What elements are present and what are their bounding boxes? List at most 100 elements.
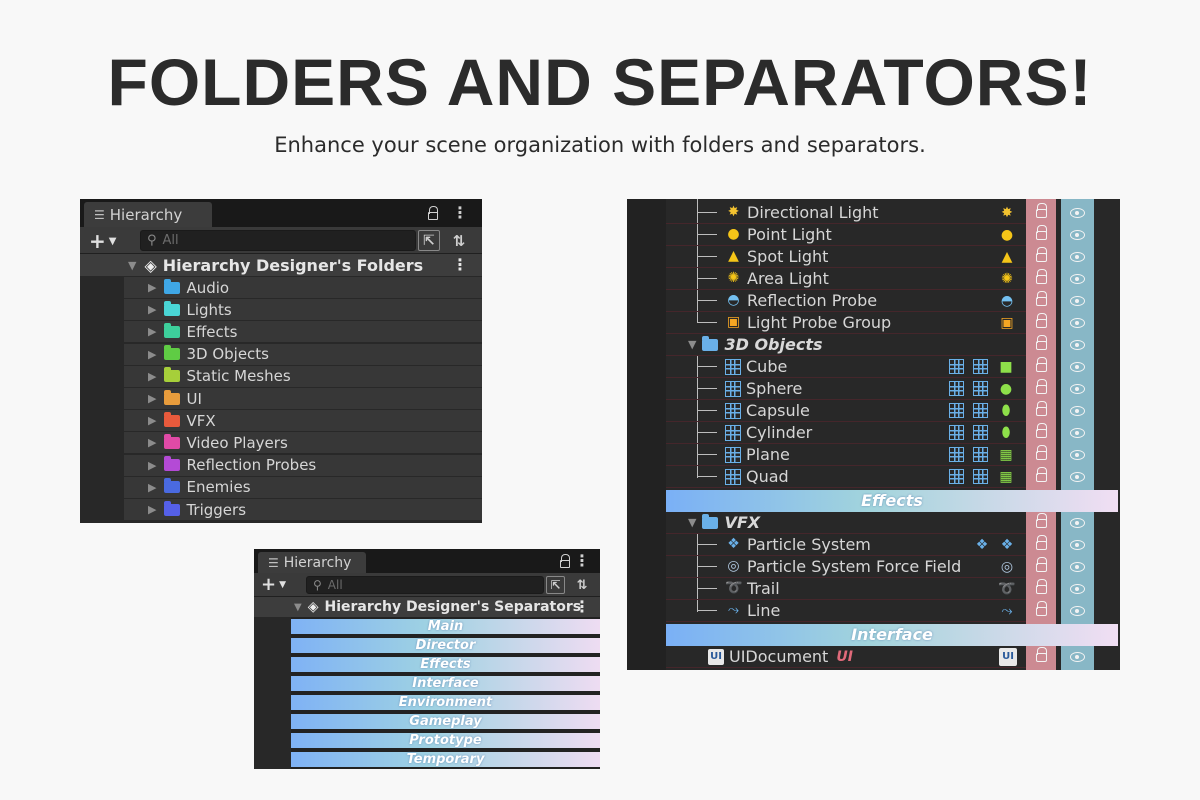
lock-toggle[interactable]	[1026, 646, 1056, 668]
folder-label: Audio	[186, 278, 230, 297]
separator-row[interactable]: Director	[291, 636, 600, 655]
visibility-toggle[interactable]	[1061, 246, 1094, 268]
visibility-toggle[interactable]	[1061, 512, 1094, 534]
hierarchy-row[interactable]: ❖ Particle System	[666, 534, 1026, 556]
folder-row[interactable]: ▶ UI	[124, 388, 482, 409]
scene-more-icon[interactable]: ⋮	[574, 599, 590, 615]
lock-toggle[interactable]	[1026, 378, 1056, 400]
folder-row[interactable]: ▶ Triggers	[124, 499, 482, 520]
scene-more-icon[interactable]: ⋮	[452, 257, 468, 273]
visibility-toggle[interactable]	[1061, 356, 1094, 378]
folder-row[interactable]: ▶ Effects	[124, 321, 482, 343]
sort-icon[interactable]: ⇅	[572, 576, 592, 594]
folder-row[interactable]: ▶ Lights	[124, 299, 482, 321]
visibility-toggle[interactable]	[1061, 334, 1094, 356]
visibility-toggle[interactable]	[1061, 312, 1094, 334]
scene-row[interactable]: ▼ ◈ Hierarchy Designer's Separators ⋮	[254, 597, 600, 617]
hierarchy-tab[interactable]: ☰ Hierarchy	[84, 202, 212, 227]
create-button[interactable]: + ▼	[261, 574, 286, 595]
sort-icon[interactable]: ⇅	[448, 230, 470, 251]
visibility-toggle[interactable]	[1061, 466, 1094, 488]
lock-toggle[interactable]	[1026, 356, 1056, 378]
hierarchy-row[interactable]: Cylinder	[666, 422, 1026, 444]
hierarchy-row[interactable]: ➰ Trail	[666, 578, 1026, 600]
more-options-button[interactable]: ⋮	[574, 549, 590, 573]
more-options-button[interactable]: ⋮	[452, 199, 468, 227]
visibility-toggle[interactable]	[1061, 224, 1094, 246]
hierarchy-row[interactable]: Plane	[666, 444, 1026, 466]
visibility-toggle[interactable]	[1061, 534, 1094, 556]
particle-system-component-icon: ❖	[975, 537, 989, 553]
hierarchy-row[interactable]: Cube	[666, 356, 1026, 378]
create-button[interactable]: + ▼	[89, 229, 116, 253]
lock-toggle[interactable]	[1026, 556, 1056, 578]
visibility-toggle[interactable]	[1061, 600, 1094, 622]
hierarchy-tab[interactable]: ☰ Hierarchy	[258, 552, 366, 573]
hierarchy-row[interactable]: ✺ Area Light	[666, 268, 1026, 290]
hierarchy-row[interactable]: Sphere	[666, 378, 1026, 400]
visibility-toggle[interactable]	[1061, 556, 1094, 578]
folder-row[interactable]: ▶ Audio	[124, 277, 482, 298]
hierarchy-row[interactable]: Capsule	[666, 400, 1026, 422]
lock-icon	[1035, 291, 1047, 306]
visibility-toggle[interactable]	[1061, 202, 1094, 224]
lock-toggle[interactable]	[1026, 444, 1056, 466]
visibility-toggle[interactable]	[1061, 378, 1094, 400]
separator-row[interactable]: Main	[291, 617, 600, 636]
lock-toggle[interactable]	[1026, 534, 1056, 556]
visibility-toggle[interactable]	[1061, 646, 1094, 668]
object-label: Line	[747, 601, 781, 620]
lock-toggle[interactable]	[1026, 202, 1056, 224]
hierarchy-row[interactable]: ● Point Light	[666, 224, 1026, 246]
scene-view-icon[interactable]: ⇱	[546, 576, 565, 594]
hierarchy-row-uidocument[interactable]: UI UIDocument UI	[666, 646, 1026, 668]
lock-button[interactable]	[560, 549, 570, 573]
folder-row[interactable]: ▶ 3D Objects	[124, 343, 482, 365]
folder-row-3d-objects[interactable]: ▼ 3D Objects	[666, 334, 1026, 356]
visibility-toggle[interactable]	[1061, 444, 1094, 466]
folder-row[interactable]: ▶ Enemies	[124, 476, 482, 498]
folder-row[interactable]: ▶ Video Players	[124, 432, 482, 454]
scene-view-icon[interactable]: ⇱	[418, 230, 440, 251]
separator-interface[interactable]: Interface	[666, 624, 1118, 646]
folder-row[interactable]: ▶ Reflection Probes	[124, 454, 482, 476]
lock-button[interactable]	[428, 199, 438, 227]
hierarchy-row[interactable]: Quad	[666, 466, 1026, 488]
lock-toggle[interactable]	[1026, 268, 1056, 290]
search-input[interactable]: ⚲ All	[140, 230, 416, 251]
separator-row[interactable]: Gameplay	[291, 712, 600, 731]
folder-row-vfx[interactable]: ▼ VFX	[666, 512, 1026, 534]
lock-toggle[interactable]	[1026, 512, 1056, 534]
separator-effects[interactable]: Effects	[666, 490, 1118, 512]
lock-toggle[interactable]	[1026, 466, 1056, 488]
separator-row[interactable]: Prototype	[291, 731, 600, 750]
folder-row[interactable]: ▶ VFX	[124, 410, 482, 432]
folder-row[interactable]: ▶ Static Meshes	[124, 365, 482, 387]
separator-row[interactable]: Environment	[291, 693, 600, 712]
hierarchy-row[interactable]: ⤳ Line	[666, 600, 1026, 622]
lock-toggle[interactable]	[1026, 246, 1056, 268]
visibility-toggle[interactable]	[1061, 290, 1094, 312]
lock-toggle[interactable]	[1026, 334, 1056, 356]
visibility-toggle[interactable]	[1061, 422, 1094, 444]
visibility-toggle[interactable]	[1061, 400, 1094, 422]
hierarchy-row[interactable]: ◎ Particle System Force Field	[666, 556, 1026, 578]
separator-row[interactable]: Temporary	[291, 750, 600, 769]
hierarchy-row[interactable]: ✸ Directional Light	[666, 202, 1026, 224]
scene-row[interactable]: ▼ ◈ Hierarchy Designer's Folders ⋮	[80, 254, 482, 276]
lock-toggle[interactable]	[1026, 290, 1056, 312]
visibility-toggle[interactable]	[1061, 578, 1094, 600]
separator-row[interactable]: Effects	[291, 655, 600, 674]
lock-toggle[interactable]	[1026, 400, 1056, 422]
visibility-toggle[interactable]	[1061, 268, 1094, 290]
lock-toggle[interactable]	[1026, 422, 1056, 444]
lock-toggle[interactable]	[1026, 578, 1056, 600]
lock-toggle[interactable]	[1026, 312, 1056, 334]
hierarchy-row[interactable]: ▣ Light Probe Group	[666, 312, 1026, 334]
lock-toggle[interactable]	[1026, 224, 1056, 246]
lock-toggle[interactable]	[1026, 600, 1056, 622]
search-input[interactable]: ⚲ All	[306, 576, 544, 594]
separator-row[interactable]: Interface	[291, 674, 600, 693]
hierarchy-row[interactable]: ◓ Reflection Probe	[666, 290, 1026, 312]
hierarchy-row[interactable]: ▲ Spot Light	[666, 246, 1026, 268]
